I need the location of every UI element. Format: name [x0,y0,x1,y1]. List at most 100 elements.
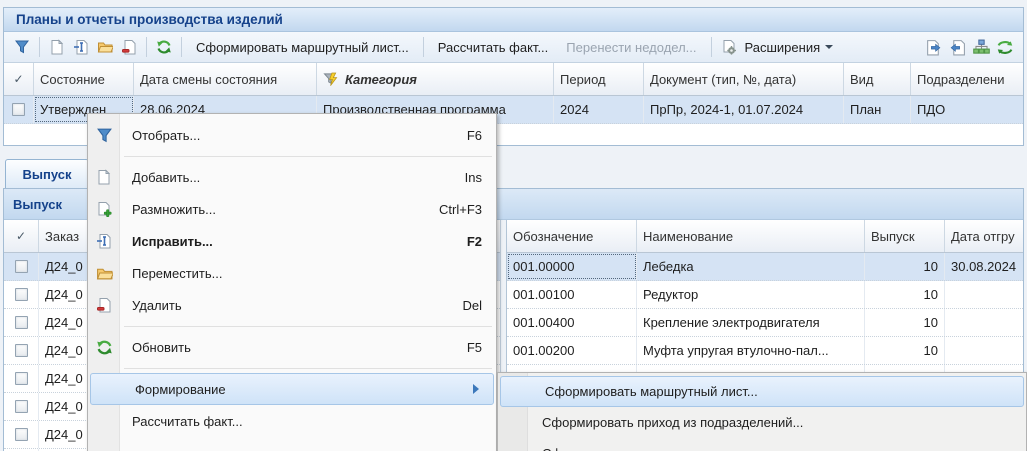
toolbar-separator [181,37,182,57]
tab-vypusk[interactable]: Выпуск [5,159,89,189]
submenu-item-label: Сформировать... [542,446,644,451]
row-checkbox-cell[interactable] [4,309,39,336]
row-checkbox[interactable] [15,372,28,385]
filter-icon[interactable] [10,35,34,59]
submenu-item-route-sheet[interactable]: Сформировать маршрутный лист... [500,376,1024,407]
menu-item-calc-fact[interactable]: Рассчитать факт... [88,405,496,437]
move-icon[interactable] [93,35,117,59]
menu-separator [88,363,496,373]
column-kind[interactable]: Вид [844,63,911,95]
check-header-icon: ✓ [13,72,23,86]
submenu-item-label: Сформировать приход из подразделений... [542,415,803,430]
column-department[interactable]: Подразделени [911,63,1023,95]
cell-name: Крепление электродвигателя [637,309,865,336]
menu-item-shortcut: F5 [467,340,482,355]
cell-period: 2024 [554,96,644,123]
menu-item-delete[interactable]: Удалить Del [88,289,496,321]
item-row[interactable]: 001.00000 Лебедка 10 30.08.2024 [507,253,1023,281]
category-header-label: Категория [345,72,417,87]
extensions-button[interactable]: Расширения [741,35,843,59]
menu-item-edit[interactable]: Исправить... F2 [88,225,496,257]
column-state-date[interactable]: Дата смены состояния [134,63,317,95]
menu-item-generate[interactable]: Формирование [90,373,494,405]
cell-name: Лебедка [637,253,865,280]
row-checkbox-cell[interactable] [4,365,39,392]
row-checkbox[interactable] [15,316,28,329]
context-menu: Отобрать... F6 Добавить... Ins Размножит… [87,113,497,451]
column-output[interactable]: Выпуск [865,220,945,252]
row-checkbox[interactable] [15,344,28,357]
panel-title: Планы и отчеты производства изделий [4,8,1023,32]
items-table-header: Обозначение Наименование Выпуск Дата отг… [507,220,1023,253]
menu-item-shortcut: F2 [467,234,482,249]
column-check[interactable]: ✓ [4,220,39,252]
panel-title-text: Планы и отчеты производства изделий [16,12,283,27]
toolbar-separator [39,37,40,57]
copy-document-icon [95,200,113,218]
filter-icon [95,126,113,144]
menu-item-duplicate[interactable]: Размножить... Ctrl+F3 [88,193,496,225]
row-checkbox-cell[interactable] [4,281,39,308]
submenu-item-clipped[interactable]: Сформировать... [498,438,1026,451]
exchange-arrows-icon[interactable] [993,35,1017,59]
cell-ship-date [945,309,1023,336]
column-code[interactable]: Обозначение [507,220,637,252]
section-title: Выпуск [13,197,62,212]
row-checkbox-cell[interactable] [4,337,39,364]
cell-output: 10 [865,281,945,308]
menu-item-label: Удалить [132,298,462,313]
column-ship-date[interactable]: Дата отгру [945,220,1023,252]
cell-department: ПДО [911,96,1023,123]
app-screen: Планы и отчеты производства изделий [0,0,1027,451]
add-icon[interactable] [45,35,69,59]
new-document-icon [95,168,113,186]
delete-icon[interactable] [117,35,141,59]
menu-item-label: Отобрать... [132,128,467,143]
item-row[interactable]: 001.00100 Редуктор 10 [507,281,1023,309]
column-document[interactable]: Документ (тип, №, дата) [644,63,844,95]
item-row[interactable]: 001.00200 Муфта упругая втулочно-пал... … [507,337,1023,365]
menu-separator [88,151,496,161]
menu-item-label: Исправить... [132,234,467,249]
submenu-arrow-icon [473,384,479,394]
org-chart-icon[interactable] [969,35,993,59]
export-document-icon[interactable] [921,35,945,59]
row-checkbox[interactable] [15,428,28,441]
cell-code: 001.00100 [507,281,637,308]
edit-icon[interactable] [69,35,93,59]
column-state[interactable]: Состояние [34,63,134,95]
row-checkbox[interactable] [15,260,28,273]
move-folder-icon [95,264,113,282]
toolbar-separator [711,37,712,57]
menu-item-refresh[interactable]: Обновить F5 [88,331,496,363]
column-category[interactable]: Категория [317,63,554,95]
menu-item-shortcut: Ins [465,170,482,185]
row-checkbox-cell[interactable] [4,253,39,280]
row-checkbox[interactable] [15,400,28,413]
calc-fact-button[interactable]: Рассчитать факт... [429,35,558,59]
row-checkbox-cell[interactable] [4,393,39,420]
import-document-icon[interactable] [945,35,969,59]
extensions-icon[interactable] [717,35,741,59]
menu-item-move[interactable]: Переместить... [88,257,496,289]
row-checkbox[interactable] [12,103,25,116]
generate-route-sheet-button[interactable]: Сформировать маршрутный лист... [187,35,418,59]
cell-document: ПрПр, 2024-1, 01.07.2024 [644,96,844,123]
column-name[interactable]: Наименование [637,220,865,252]
submenu-item-receipt[interactable]: Сформировать приход из подразделений... [498,407,1026,438]
column-check[interactable]: ✓ [4,63,34,95]
item-row[interactable]: 001.00400 Крепление электродвигателя 10 [507,309,1023,337]
generate-submenu: Сформировать маршрутный лист... Сформиро… [497,372,1027,451]
row-checkbox-cell[interactable] [4,96,34,123]
menu-item-filter[interactable]: Отобрать... F6 [88,119,496,151]
column-period[interactable]: Период [554,63,644,95]
menu-item-add[interactable]: Добавить... Ins [88,161,496,193]
menu-item-label: Обновить [132,340,467,355]
cell-name: Муфта упругая втулочно-пал... [637,337,865,364]
menu-item-label: Формирование [135,382,473,397]
row-checkbox-cell[interactable] [4,421,39,448]
row-checkbox[interactable] [15,288,28,301]
refresh-icon[interactable] [152,35,176,59]
filter-lightning-icon [323,72,339,87]
menu-item-label: Переместить... [132,266,482,281]
